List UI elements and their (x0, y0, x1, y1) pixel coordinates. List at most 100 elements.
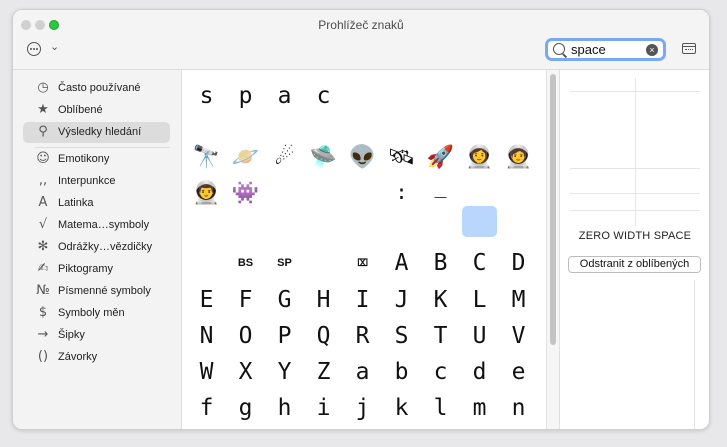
sidebar-item-label: Piktogramy (58, 263, 114, 275)
character-cell[interactable]: l (421, 395, 460, 421)
sidebar-item-favorites[interactable]: ★ Oblíbené (23, 100, 170, 121)
astronaut-icon[interactable]: 🧑‍🚀 (499, 145, 538, 170)
comet-icon[interactable]: ☄ (265, 145, 304, 170)
math-icon: √ (38, 217, 48, 232)
character-cell[interactable]: d (460, 359, 499, 385)
character-cell[interactable]: g (226, 395, 265, 421)
character-cell[interactable]: P (265, 323, 304, 349)
search-icon (553, 43, 565, 55)
toggle-view-icon[interactable] (682, 43, 696, 54)
character-cell[interactable]: E (187, 287, 226, 313)
character-cell[interactable]: N (187, 323, 226, 349)
sidebar-item-search-results[interactable]: ⚲ Výsledky hledání (23, 122, 170, 143)
character-cell[interactable]: p (226, 83, 265, 109)
backspace-glyph[interactable]: BS (226, 257, 265, 269)
character-cell[interactable]: H (304, 287, 343, 313)
actions-menu-button[interactable]: ⌄ (27, 41, 63, 58)
character-cell[interactable]: T (421, 323, 460, 349)
character-cell[interactable]: n (499, 395, 538, 421)
character-cell[interactable]: : (382, 180, 421, 204)
grid-scrollbar[interactable] (546, 70, 559, 429)
character-cell[interactable]: b (382, 359, 421, 385)
titlebar: Prohlížeč znaků ⌄ × (13, 10, 709, 70)
flying-saucer-icon[interactable]: 🛸 (304, 145, 343, 170)
erase-glyph[interactable]: ⌧ (343, 250, 382, 274)
remove-from-favorites-button[interactable]: Odstranit z oblíbených (568, 256, 701, 273)
character-cell[interactable]: U (460, 323, 499, 349)
character-grid: s p a c 🔭 🪐 ☄ 🛸 👽 🛰 🚀 👩‍🚀 🧑‍🚀 👨‍🚀 👾 : _ … (182, 70, 542, 429)
character-cell[interactable]: i (304, 395, 343, 421)
character-cell[interactable]: a (343, 359, 382, 385)
character-cell[interactable]: L (460, 287, 499, 313)
character-cell[interactable]: _ (421, 174, 460, 198)
character-cell[interactable]: m (460, 395, 499, 421)
divider (35, 147, 170, 148)
character-cell[interactable]: A (382, 250, 421, 276)
ringed-planet-icon[interactable]: 🪐 (226, 145, 265, 170)
character-cell[interactable]: s (187, 83, 226, 109)
character-cell[interactable]: Z (304, 359, 343, 385)
sidebar-item-math-symbols[interactable]: √ Matema…symboly (23, 215, 170, 236)
search-field[interactable]: × (545, 38, 666, 61)
character-cell[interactable]: C (460, 250, 499, 276)
sidebar-item-letterlike-symbols[interactable]: № Písmenné symboly (23, 281, 170, 302)
satellite-icon[interactable]: 🛰 (382, 145, 421, 170)
character-cell[interactable]: M (499, 287, 538, 313)
character-cell[interactable]: c (304, 83, 343, 109)
character-cell[interactable]: e (499, 359, 538, 385)
character-cell[interactable]: B (421, 250, 460, 276)
woman-astronaut-icon[interactable]: 👩‍🚀 (460, 145, 499, 170)
character-cell[interactable]: Q (304, 323, 343, 349)
chevron-down-icon: ⌄ (50, 41, 60, 53)
man-astronaut-icon[interactable]: 👨‍🚀 (187, 181, 226, 206)
alien-icon[interactable]: 👽 (343, 145, 382, 170)
sidebar-item-pictographs[interactable]: ✍ Piktogramy (23, 259, 170, 280)
character-cell[interactable]: S (382, 323, 421, 349)
character-cell[interactable]: K (421, 287, 460, 313)
sidebar-item-frequently-used[interactable]: ◷ Často používané (23, 78, 170, 99)
character-cell[interactable]: D (499, 250, 538, 276)
space-glyph[interactable]: SP (265, 257, 304, 269)
asterisk-icon: ✻ (37, 239, 49, 254)
character-cell[interactable]: Y (265, 359, 304, 385)
character-cell[interactable]: h (265, 395, 304, 421)
character-cell[interactable]: k (382, 395, 421, 421)
sidebar-item-label: Oblíbené (58, 104, 103, 116)
sidebar-item-punctuation[interactable]: ,, Interpunkce (23, 171, 170, 192)
scrollbar-thumb[interactable] (550, 74, 556, 345)
telescope-icon[interactable]: 🔭 (187, 145, 226, 170)
character-cell[interactable]: j (343, 395, 382, 421)
character-cell[interactable]: c (421, 359, 460, 385)
sidebar-item-label: Často používané (58, 82, 141, 94)
character-cell[interactable]: G (265, 287, 304, 313)
rocket-icon[interactable]: 🚀 (421, 145, 460, 170)
sidebar-item-label: Matema…symboly (58, 219, 150, 231)
character-cell[interactable]: J (382, 287, 421, 313)
sidebar-item-latin[interactable]: A Latinka (23, 193, 170, 214)
character-cell[interactable]: V (499, 323, 538, 349)
search-input[interactable] (571, 42, 641, 57)
clear-search-icon[interactable]: × (646, 44, 658, 56)
character-cell[interactable]: I (343, 287, 382, 313)
sidebar-item-label: Interpunkce (58, 175, 116, 187)
character-cell[interactable]: F (226, 287, 265, 313)
sidebar-item-arrows[interactable]: → Šipky (23, 325, 170, 346)
numero-icon: № (36, 283, 50, 298)
character-cell[interactable]: X (226, 359, 265, 385)
character-cell[interactable]: R (343, 323, 382, 349)
character-cell[interactable]: a (265, 83, 304, 109)
space-invader-icon[interactable]: 👾 (226, 181, 265, 206)
sidebar-item-brackets[interactable]: () Závorky (23, 347, 170, 368)
arrow-icon: → (37, 327, 49, 342)
divider (694, 280, 695, 429)
character-cell[interactable]: O (226, 323, 265, 349)
character-cell[interactable]: W (187, 359, 226, 385)
category-sidebar: ◷ Často používané ★ Oblíbené ⚲ Výsledky … (13, 70, 182, 429)
search-icon: ⚲ (38, 124, 48, 139)
sidebar-item-bullets-stars[interactable]: ✻ Odrážky…vězdičky (23, 237, 170, 258)
sidebar-item-emoji[interactable]: ☺ Emotikony (23, 149, 170, 170)
sidebar-item-label: Emotikony (58, 153, 110, 165)
character-cell[interactable]: f (187, 395, 226, 421)
sidebar-item-currency-symbols[interactable]: $ Symboly měn (23, 303, 170, 324)
window-title: Prohlížeč znaků (318, 18, 404, 32)
